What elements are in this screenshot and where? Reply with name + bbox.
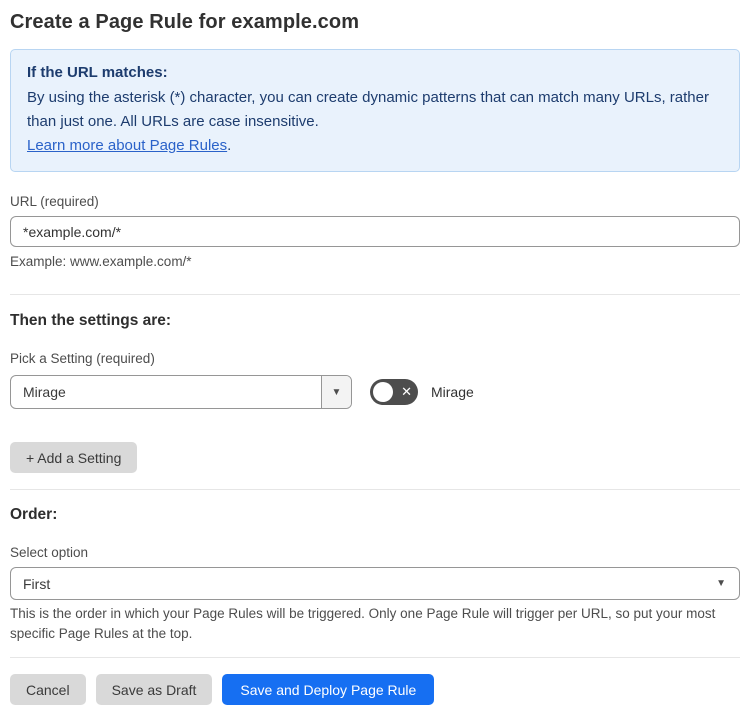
- save-and-deploy-button[interactable]: Save and Deploy Page Rule: [222, 674, 435, 705]
- link-suffix: .: [227, 137, 232, 154]
- create-page-rule-form: Create a Page Rule for example.com If th…: [0, 0, 750, 705]
- url-match-info-box: If the URL matches: By using the asteris…: [10, 49, 740, 172]
- save-as-draft-button[interactable]: Save as Draft: [95, 674, 213, 705]
- info-box-body: By using the asterisk (*) character, you…: [27, 89, 709, 130]
- settings-section-heading: Then the settings are:: [10, 312, 172, 329]
- setting-select[interactable]: Mirage ▼: [10, 375, 352, 409]
- order-select-value: First: [23, 575, 51, 592]
- add-setting-button[interactable]: + Add a Setting: [10, 442, 138, 473]
- url-input[interactable]: [10, 216, 740, 247]
- info-box-heading: If the URL matches:: [27, 64, 168, 81]
- pick-setting-label: Pick a Setting (required): [10, 351, 155, 366]
- learn-more-link[interactable]: Learn more about Page Rules: [27, 137, 227, 154]
- footer-actions: Cancel Save as Draft Save and Deploy Pag…: [10, 674, 740, 705]
- divider: [10, 489, 740, 490]
- order-select-label: Select option: [10, 545, 89, 560]
- chevron-down-icon: ▼: [331, 386, 342, 398]
- mirage-toggle[interactable]: ✕: [370, 379, 418, 405]
- order-section-heading: Order:: [10, 506, 58, 523]
- setting-select-arrow-button[interactable]: ▼: [321, 376, 351, 408]
- setting-select-value: Mirage: [23, 384, 66, 400]
- url-field-label: URL (required): [10, 194, 99, 209]
- toggle-label: Mirage: [431, 384, 474, 400]
- chevron-down-icon: ▼: [716, 578, 726, 589]
- divider: [10, 294, 740, 295]
- divider: [10, 657, 740, 658]
- page-title: Create a Page Rule for example.com: [10, 11, 360, 33]
- url-example-text: Example: www.example.com/*: [10, 254, 192, 269]
- setting-row: Mirage ▼ ✕ Mirage: [10, 375, 740, 409]
- cancel-button[interactable]: Cancel: [10, 674, 86, 705]
- order-select[interactable]: First ▼: [10, 567, 740, 600]
- toggle-off-icon: ✕: [401, 384, 412, 399]
- order-help-text: This is the order in which your Page Rul…: [10, 606, 716, 641]
- toggle-knob: [373, 382, 393, 402]
- info-box-link-line: Learn more about Page Rules.: [27, 134, 723, 158]
